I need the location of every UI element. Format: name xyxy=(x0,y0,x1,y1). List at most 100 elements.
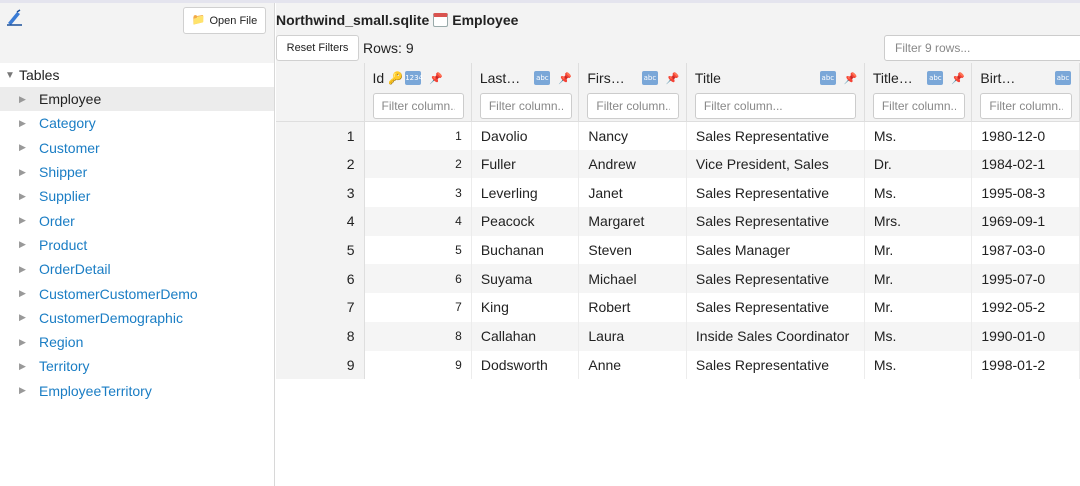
table-row[interactable]: 8 8 Callahan Laura Inside Sales Coordinator M… xyxy=(276,321,1080,351)
cell-titleofcourtesy[interactable]: Dr. xyxy=(864,149,973,179)
cell-lastname[interactable]: Davolio xyxy=(471,121,580,150)
cell-firstname[interactable]: Nancy xyxy=(578,121,687,150)
cell-title[interactable]: Sales Manager xyxy=(686,235,865,265)
cell-birthdate[interactable]: 1984-02-1 xyxy=(971,149,1080,179)
cell-firstname[interactable]: Steven xyxy=(578,235,687,265)
cell-firstname[interactable]: Laura xyxy=(578,321,687,351)
cell-titleofcourtesy[interactable]: Ms. xyxy=(864,350,973,380)
table-row[interactable]: 1 1 Davolio Nancy Sales Representative Ms. 198… xyxy=(276,121,1080,150)
cell-titleofcourtesy[interactable]: Mrs. xyxy=(864,207,973,236)
pin-icon[interactable]: 📌 xyxy=(666,72,680,85)
sidebar-item-supplier[interactable]: ▶ Supplier xyxy=(0,184,274,208)
sidebar-item-customer[interactable]: ▶ Customer xyxy=(0,136,274,160)
column-filter-input[interactable] xyxy=(694,93,856,119)
table-row[interactable]: 9 9 Dodsworth Anne Sales Representative Ms. 19… xyxy=(276,350,1080,380)
column-header-titleofcourtesy[interactable]: Title… abc 📌 xyxy=(864,63,973,122)
cell-lastname[interactable]: Buchanan xyxy=(471,235,580,265)
cell-id[interactable]: 9 xyxy=(364,350,472,380)
sidebar-item-territory[interactable]: ▶ Territory xyxy=(0,354,274,378)
cell-id[interactable]: 7 xyxy=(364,293,472,322)
cell-id[interactable]: 8 xyxy=(364,321,472,351)
cell-titleofcourtesy[interactable]: Ms. xyxy=(864,121,973,150)
cell-firstname[interactable]: Michael xyxy=(578,264,687,294)
column-filter-input[interactable] xyxy=(872,93,965,119)
cell-lastname[interactable]: Dodsworth xyxy=(471,350,580,380)
column-header-id[interactable]: Id 🔑 1234 📌 xyxy=(364,63,472,122)
column-filter-input[interactable] xyxy=(980,93,1073,119)
cell-title[interactable]: Sales Representative xyxy=(686,121,865,150)
open-file-button[interactable]: 📁 Open File xyxy=(183,7,266,34)
cell-title[interactable]: Sales Representative xyxy=(686,207,865,236)
cell-lastname[interactable]: Suyama xyxy=(471,264,580,294)
cell-firstname[interactable]: Margaret xyxy=(578,207,687,236)
chevron-right-icon: ▶ xyxy=(19,360,26,371)
cell-firstname[interactable]: Andrew xyxy=(578,149,687,179)
pin-icon[interactable]: 📌 xyxy=(558,72,572,85)
column-filter-input[interactable] xyxy=(587,93,680,119)
table-row[interactable]: 3 3 Leverling Janet Sales Representative Ms. 1… xyxy=(276,178,1080,208)
cell-titleofcourtesy[interactable]: Mr. xyxy=(864,293,973,322)
sidebar-item-employeeterritory[interactable]: ▶ EmployeeTerritory xyxy=(0,379,274,403)
sidebar-item-category[interactable]: ▶ Category xyxy=(0,111,274,135)
cell-title[interactable]: Sales Representative xyxy=(686,178,865,208)
sidebar-item-region[interactable]: ▶ Region xyxy=(0,330,274,354)
cell-title[interactable]: Vice President, Sales xyxy=(686,149,865,179)
calendar-icon xyxy=(433,13,449,27)
cell-birthdate[interactable]: 1992-05-2 xyxy=(971,293,1080,322)
pin-icon[interactable]: 📌 xyxy=(844,72,858,85)
cell-id[interactable]: 1 xyxy=(364,121,472,150)
cell-id[interactable]: 3 xyxy=(364,178,472,208)
sidebar-item-order[interactable]: ▶ Order xyxy=(0,208,274,232)
cell-lastname[interactable]: Fuller xyxy=(471,149,580,179)
table-row[interactable]: 2 2 Fuller Andrew Vice President, Sales Dr. 19… xyxy=(276,149,1080,179)
cell-birthdate[interactable]: 1995-07-0 xyxy=(971,264,1080,294)
pin-icon[interactable]: 📌 xyxy=(429,72,443,85)
column-filter-input[interactable] xyxy=(372,93,464,119)
table-row[interactable]: 6 6 Suyama Michael Sales Representative Mr. 19… xyxy=(276,264,1080,294)
cell-lastname[interactable]: Leverling xyxy=(471,178,580,208)
cell-firstname[interactable]: Janet xyxy=(578,178,687,208)
cell-lastname[interactable]: Callahan xyxy=(471,321,580,351)
sidebar-item-shipper[interactable]: ▶ Shipper xyxy=(0,160,274,184)
sidebar-item-employee[interactable]: ▶ Employee xyxy=(0,87,274,112)
cell-id[interactable]: 4 xyxy=(364,207,472,236)
sidebar-item-customercustomerdemo[interactable]: ▶ CustomerCustomerDemo xyxy=(0,281,274,305)
cell-lastname[interactable]: King xyxy=(471,293,580,322)
column-header-firstname[interactable]: Firs… abc 📌 xyxy=(578,63,687,122)
cell-title[interactable]: Inside Sales Coordinator xyxy=(686,321,865,351)
cell-title[interactable]: Sales Representative xyxy=(686,293,865,322)
column-header-lastname[interactable]: Last… abc 📌 xyxy=(471,63,580,122)
cell-title[interactable]: Sales Representative xyxy=(686,350,865,380)
column-filter-input[interactable] xyxy=(479,93,572,119)
tree-root-tables[interactable]: ▼ Tables xyxy=(0,63,274,87)
table-row[interactable]: 7 7 King Robert Sales Representative Mr. 1992-… xyxy=(276,293,1080,322)
table-row[interactable]: 5 5 Buchanan Steven Sales Manager Mr. 1987-03-… xyxy=(276,235,1080,265)
sidebar-item-customerdemographic[interactable]: ▶ CustomerDemographic xyxy=(0,306,274,330)
cell-birthdate[interactable]: 1987-03-0 xyxy=(971,235,1080,265)
cell-id[interactable]: 2 xyxy=(364,149,472,179)
cell-birthdate[interactable]: 1969-09-1 xyxy=(971,207,1080,236)
column-header-birthdate[interactable]: Birt… abc xyxy=(971,63,1080,122)
cell-lastname[interactable]: Peacock xyxy=(471,207,580,236)
cell-birthdate[interactable]: 1998-01-2 xyxy=(971,350,1080,380)
cell-titleofcourtesy[interactable]: Mr. xyxy=(864,235,973,265)
cell-birthdate[interactable]: 1990-01-0 xyxy=(971,321,1080,351)
cell-birthdate[interactable]: 1980-12-0 xyxy=(971,121,1080,150)
cell-id[interactable]: 5 xyxy=(364,235,472,265)
pin-icon[interactable]: 📌 xyxy=(951,72,965,85)
reset-filters-button[interactable]: Reset Filters xyxy=(276,35,359,61)
sidebar-item-orderdetail[interactable]: ▶ OrderDetail xyxy=(0,257,274,281)
cell-titleofcourtesy[interactable]: Mr. xyxy=(864,264,973,294)
filter-rows-input[interactable] xyxy=(884,35,1080,61)
cell-titleofcourtesy[interactable]: Ms. xyxy=(864,178,973,208)
table-row[interactable]: 4 4 Peacock Margaret Sales Representative Mrs… xyxy=(276,207,1080,236)
folder-icon: 📁 xyxy=(191,14,206,26)
cell-birthdate[interactable]: 1995-08-3 xyxy=(971,178,1080,208)
cell-firstname[interactable]: Robert xyxy=(578,293,687,322)
cell-titleofcourtesy[interactable]: Ms. xyxy=(864,321,973,351)
sidebar-item-product[interactable]: ▶ Product xyxy=(0,233,274,257)
column-header-title[interactable]: Title abc 📌 xyxy=(686,63,865,122)
cell-firstname[interactable]: Anne xyxy=(578,350,687,380)
cell-title[interactable]: Sales Representative xyxy=(686,264,865,294)
cell-id[interactable]: 6 xyxy=(364,264,472,294)
